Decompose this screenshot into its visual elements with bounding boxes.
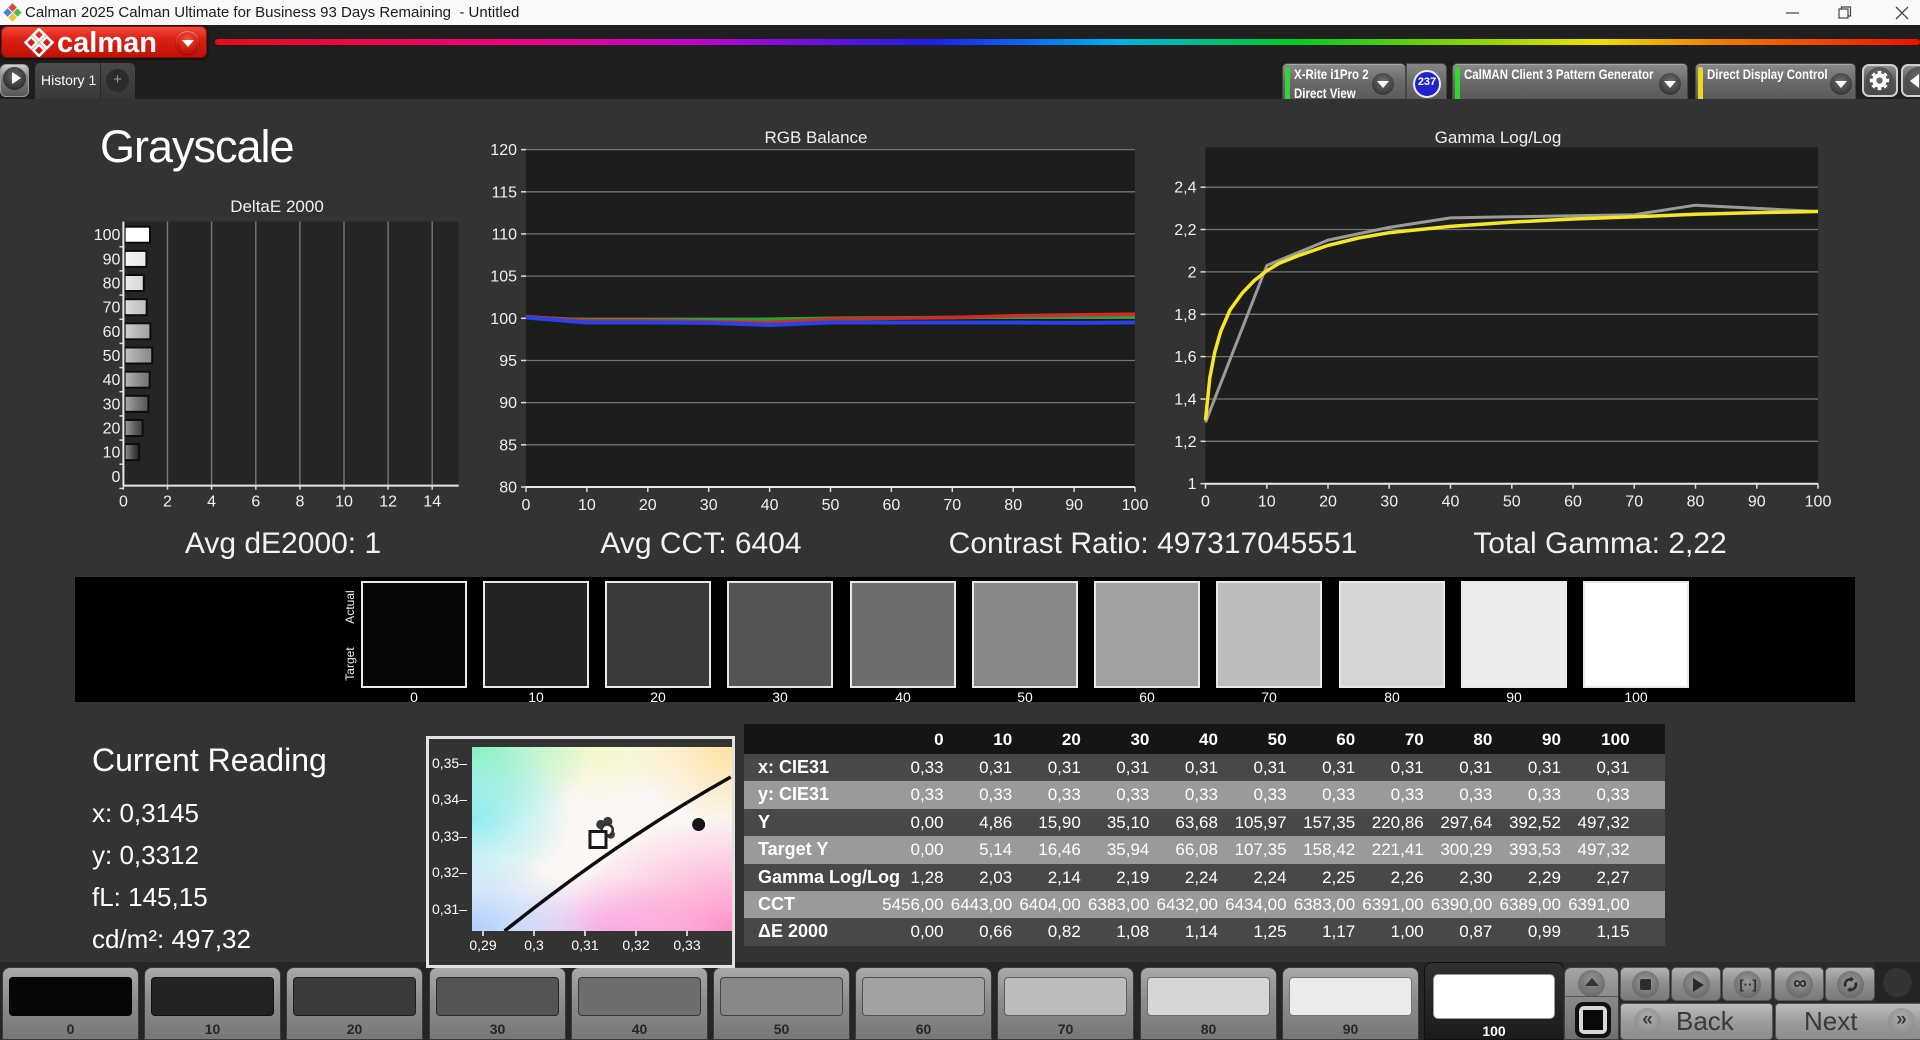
- svg-text:30: 30: [103, 396, 121, 413]
- svg-text:6: 6: [251, 494, 260, 511]
- svg-text:110: 110: [491, 226, 517, 243]
- svg-text:70: 70: [943, 497, 961, 514]
- svg-text:RGB Balance: RGB Balance: [765, 128, 868, 147]
- svg-text:2: 2: [163, 494, 172, 511]
- svg-text:0: 0: [522, 497, 531, 514]
- svg-text:2,2: 2,2: [1174, 222, 1196, 239]
- svg-text:10: 10: [578, 497, 596, 514]
- svg-text:120: 120: [490, 142, 517, 159]
- svg-text:60: 60: [1564, 494, 1582, 511]
- svg-text:90: 90: [1748, 494, 1766, 511]
- svg-text:40: 40: [761, 497, 779, 514]
- svg-text:1,6: 1,6: [1174, 349, 1196, 366]
- svg-text:85: 85: [499, 437, 517, 454]
- svg-text:60: 60: [883, 497, 901, 514]
- svg-text:4: 4: [207, 494, 216, 511]
- svg-text:8: 8: [295, 494, 304, 511]
- svg-text:70: 70: [103, 300, 121, 317]
- svg-text:80: 80: [1004, 497, 1022, 514]
- svg-text:DeltaE 2000: DeltaE 2000: [230, 197, 324, 216]
- svg-text:0: 0: [119, 494, 128, 511]
- svg-text:50: 50: [822, 497, 840, 514]
- svg-text:100: 100: [94, 227, 121, 244]
- svg-text:30: 30: [700, 497, 718, 514]
- svg-text:50: 50: [103, 348, 121, 365]
- svg-text:0: 0: [111, 469, 120, 486]
- svg-text:80: 80: [1687, 494, 1705, 511]
- svg-text:2,4: 2,4: [1174, 180, 1196, 197]
- svg-text:95: 95: [499, 353, 517, 370]
- svg-text:10: 10: [335, 494, 353, 511]
- svg-text:80: 80: [103, 276, 121, 293]
- svg-text:1,4: 1,4: [1174, 392, 1196, 409]
- svg-text:90: 90: [499, 395, 517, 412]
- svg-text:20: 20: [1319, 494, 1337, 511]
- svg-text:90: 90: [1065, 497, 1083, 514]
- svg-text:20: 20: [639, 497, 657, 514]
- svg-text:40: 40: [1442, 494, 1460, 511]
- svg-text:20: 20: [103, 421, 121, 438]
- svg-text:Gamma Log/Log: Gamma Log/Log: [1435, 128, 1562, 147]
- svg-text:2: 2: [1188, 264, 1197, 281]
- svg-text:50: 50: [1503, 494, 1521, 511]
- svg-text:0: 0: [1201, 494, 1210, 511]
- svg-text:100: 100: [1805, 494, 1832, 511]
- svg-text:1: 1: [1188, 476, 1197, 493]
- svg-text:115: 115: [491, 184, 517, 201]
- svg-text:60: 60: [103, 324, 121, 341]
- svg-text:1,8: 1,8: [1174, 307, 1196, 324]
- svg-text:40: 40: [103, 372, 121, 389]
- svg-text:10: 10: [103, 445, 121, 462]
- svg-text:90: 90: [103, 251, 121, 268]
- svg-text:105: 105: [490, 269, 517, 286]
- svg-text:30: 30: [1380, 494, 1398, 511]
- svg-text:80: 80: [499, 480, 517, 497]
- svg-text:100: 100: [490, 311, 517, 328]
- svg-text:70: 70: [1625, 494, 1643, 511]
- svg-text:12: 12: [379, 494, 397, 511]
- svg-text:10: 10: [1258, 494, 1276, 511]
- svg-text:14: 14: [423, 494, 441, 511]
- svg-text:1,2: 1,2: [1174, 434, 1196, 451]
